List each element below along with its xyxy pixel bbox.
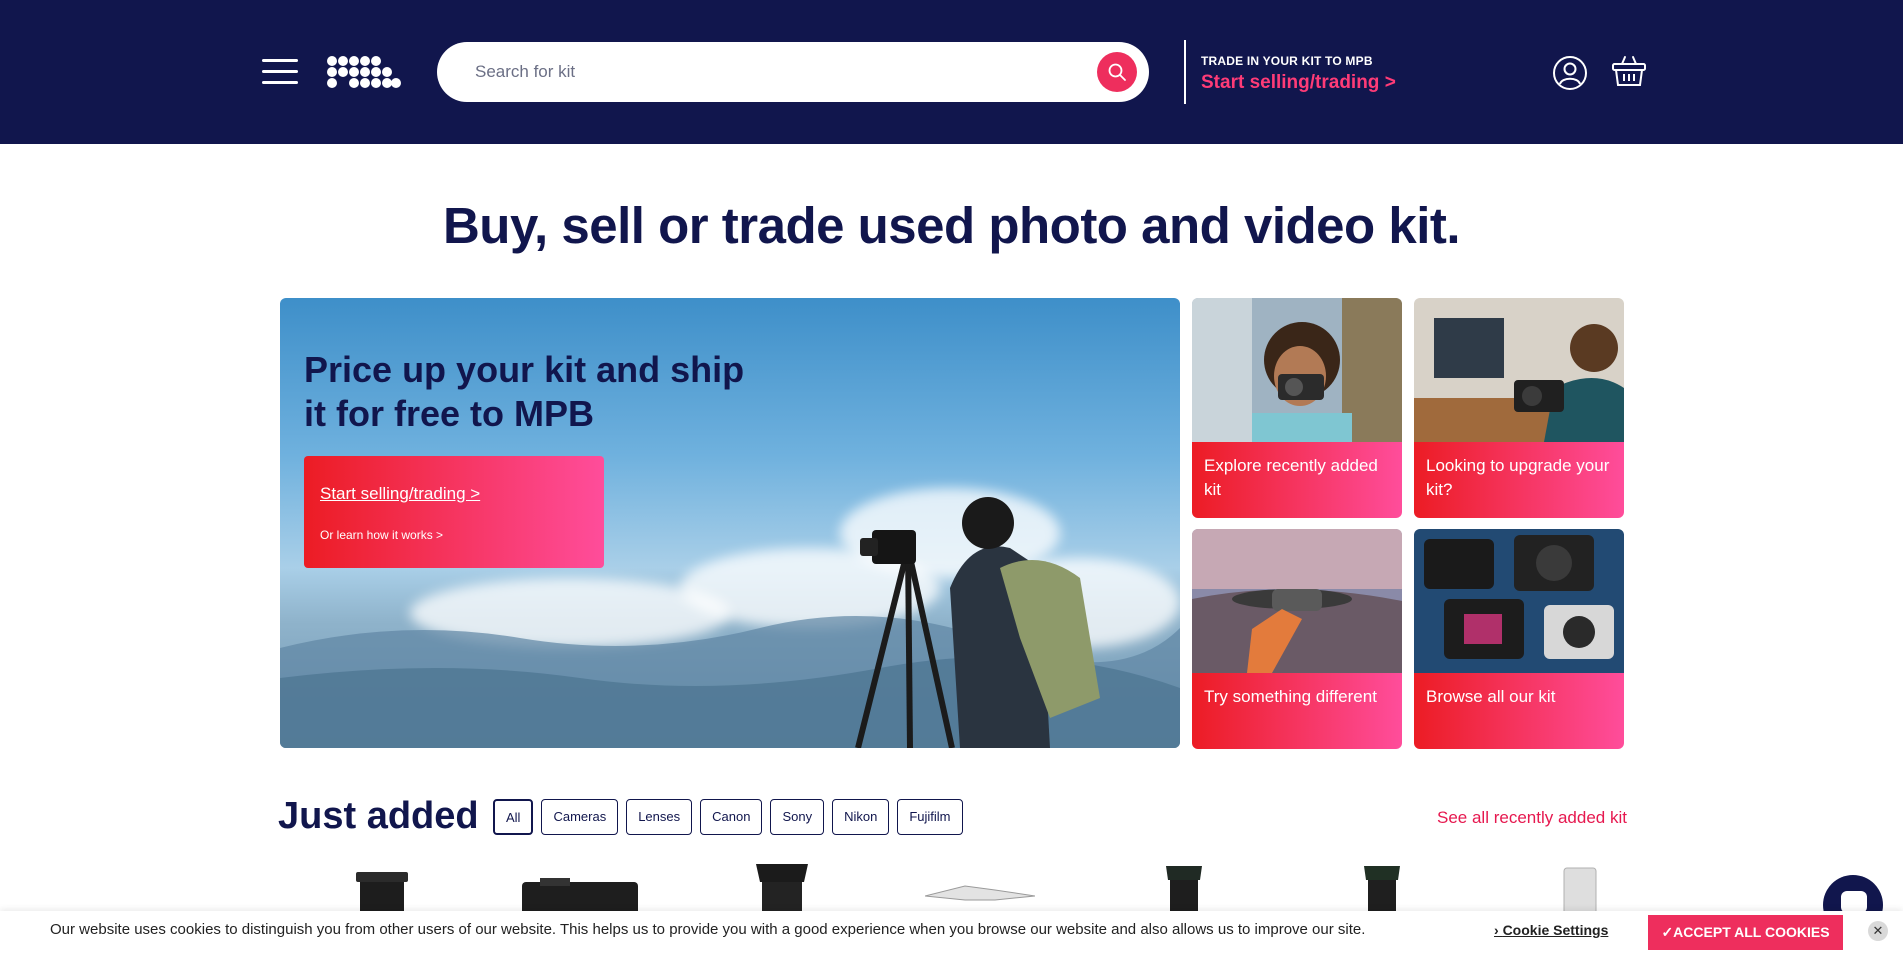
drone-image (1192, 529, 1402, 673)
just-added-filters: All Cameras Lenses Canon Sony Nikon Fuji… (493, 799, 963, 835)
search-button[interactable] (1097, 52, 1137, 92)
woman-with-camera-image (1192, 298, 1402, 442)
filter-fujifilm[interactable]: Fujifilm (897, 799, 963, 835)
search-bar (437, 42, 1149, 102)
account-icon[interactable] (1552, 55, 1588, 91)
filter-sony[interactable]: Sony (770, 799, 825, 835)
trade-in-promo: TRADE IN YOUR KIT TO MPB Start selling/t… (1184, 40, 1396, 104)
page-title: Buy, sell or trade used photo and video … (442, 197, 1461, 254)
cookie-banner: Our website uses cookies to distinguish … (0, 911, 1903, 955)
hero-heading: Price up your kit and ship it for free t… (304, 349, 745, 434)
cameras-image (1414, 529, 1624, 673)
site-header: TRADE IN YOUR KIT TO MPB Start selling/t… (0, 0, 1903, 144)
tile-browse-all[interactable]: Browse all our kit (1414, 529, 1624, 749)
start-selling-link[interactable]: Start selling/trading > (1201, 72, 1396, 94)
filter-cameras[interactable]: Cameras (541, 799, 619, 835)
learn-how-link[interactable]: Or learn how it works > (320, 528, 443, 542)
tile-label: Explore recently added kit (1192, 442, 1402, 518)
hero-start-selling-link[interactable]: Start selling/trading > (320, 484, 480, 504)
filter-canon[interactable]: Canon (700, 799, 763, 835)
tile-upgrade-kit[interactable]: Looking to upgrade your kit? (1414, 298, 1624, 518)
man-with-camera-image (1414, 298, 1624, 442)
cookie-settings-link[interactable]: › Cookie Settings (1494, 922, 1608, 938)
tile-try-different[interactable]: Try something different (1192, 529, 1402, 749)
tile-label: Try something different (1192, 673, 1402, 749)
just-added-heading: Just added (278, 795, 479, 837)
filter-all[interactable]: All (493, 799, 534, 835)
search-icon (1108, 63, 1126, 81)
trade-in-label: TRADE IN YOUR KIT TO MPB (1201, 54, 1373, 68)
filter-lenses[interactable]: Lenses (626, 799, 693, 835)
search-input[interactable] (475, 42, 1075, 102)
tile-label: Browse all our kit (1414, 673, 1624, 749)
cookie-settings-label: Cookie Settings (1502, 922, 1609, 938)
tile-label: Looking to upgrade your kit? (1414, 442, 1624, 518)
hero-cta-box: Start selling/trading > Or learn how it … (304, 456, 604, 568)
accept-cookies-button[interactable]: ✓ACCEPT ALL COOKIES (1648, 915, 1843, 950)
see-all-recent-link[interactable]: See all recently added kit (1437, 808, 1627, 828)
basket-icon[interactable] (1611, 54, 1647, 88)
hero-banner[interactable]: Price up your kit and ship it for free t… (280, 298, 1180, 748)
close-icon[interactable]: ✕ (1868, 921, 1888, 941)
menu-icon[interactable] (262, 57, 298, 87)
cookie-message: Our website uses cookies to distinguish … (50, 921, 1366, 938)
filter-nikon[interactable]: Nikon (832, 799, 890, 835)
tile-recently-added[interactable]: Explore recently added kit (1192, 298, 1402, 518)
mpb-logo[interactable] (326, 55, 402, 89)
